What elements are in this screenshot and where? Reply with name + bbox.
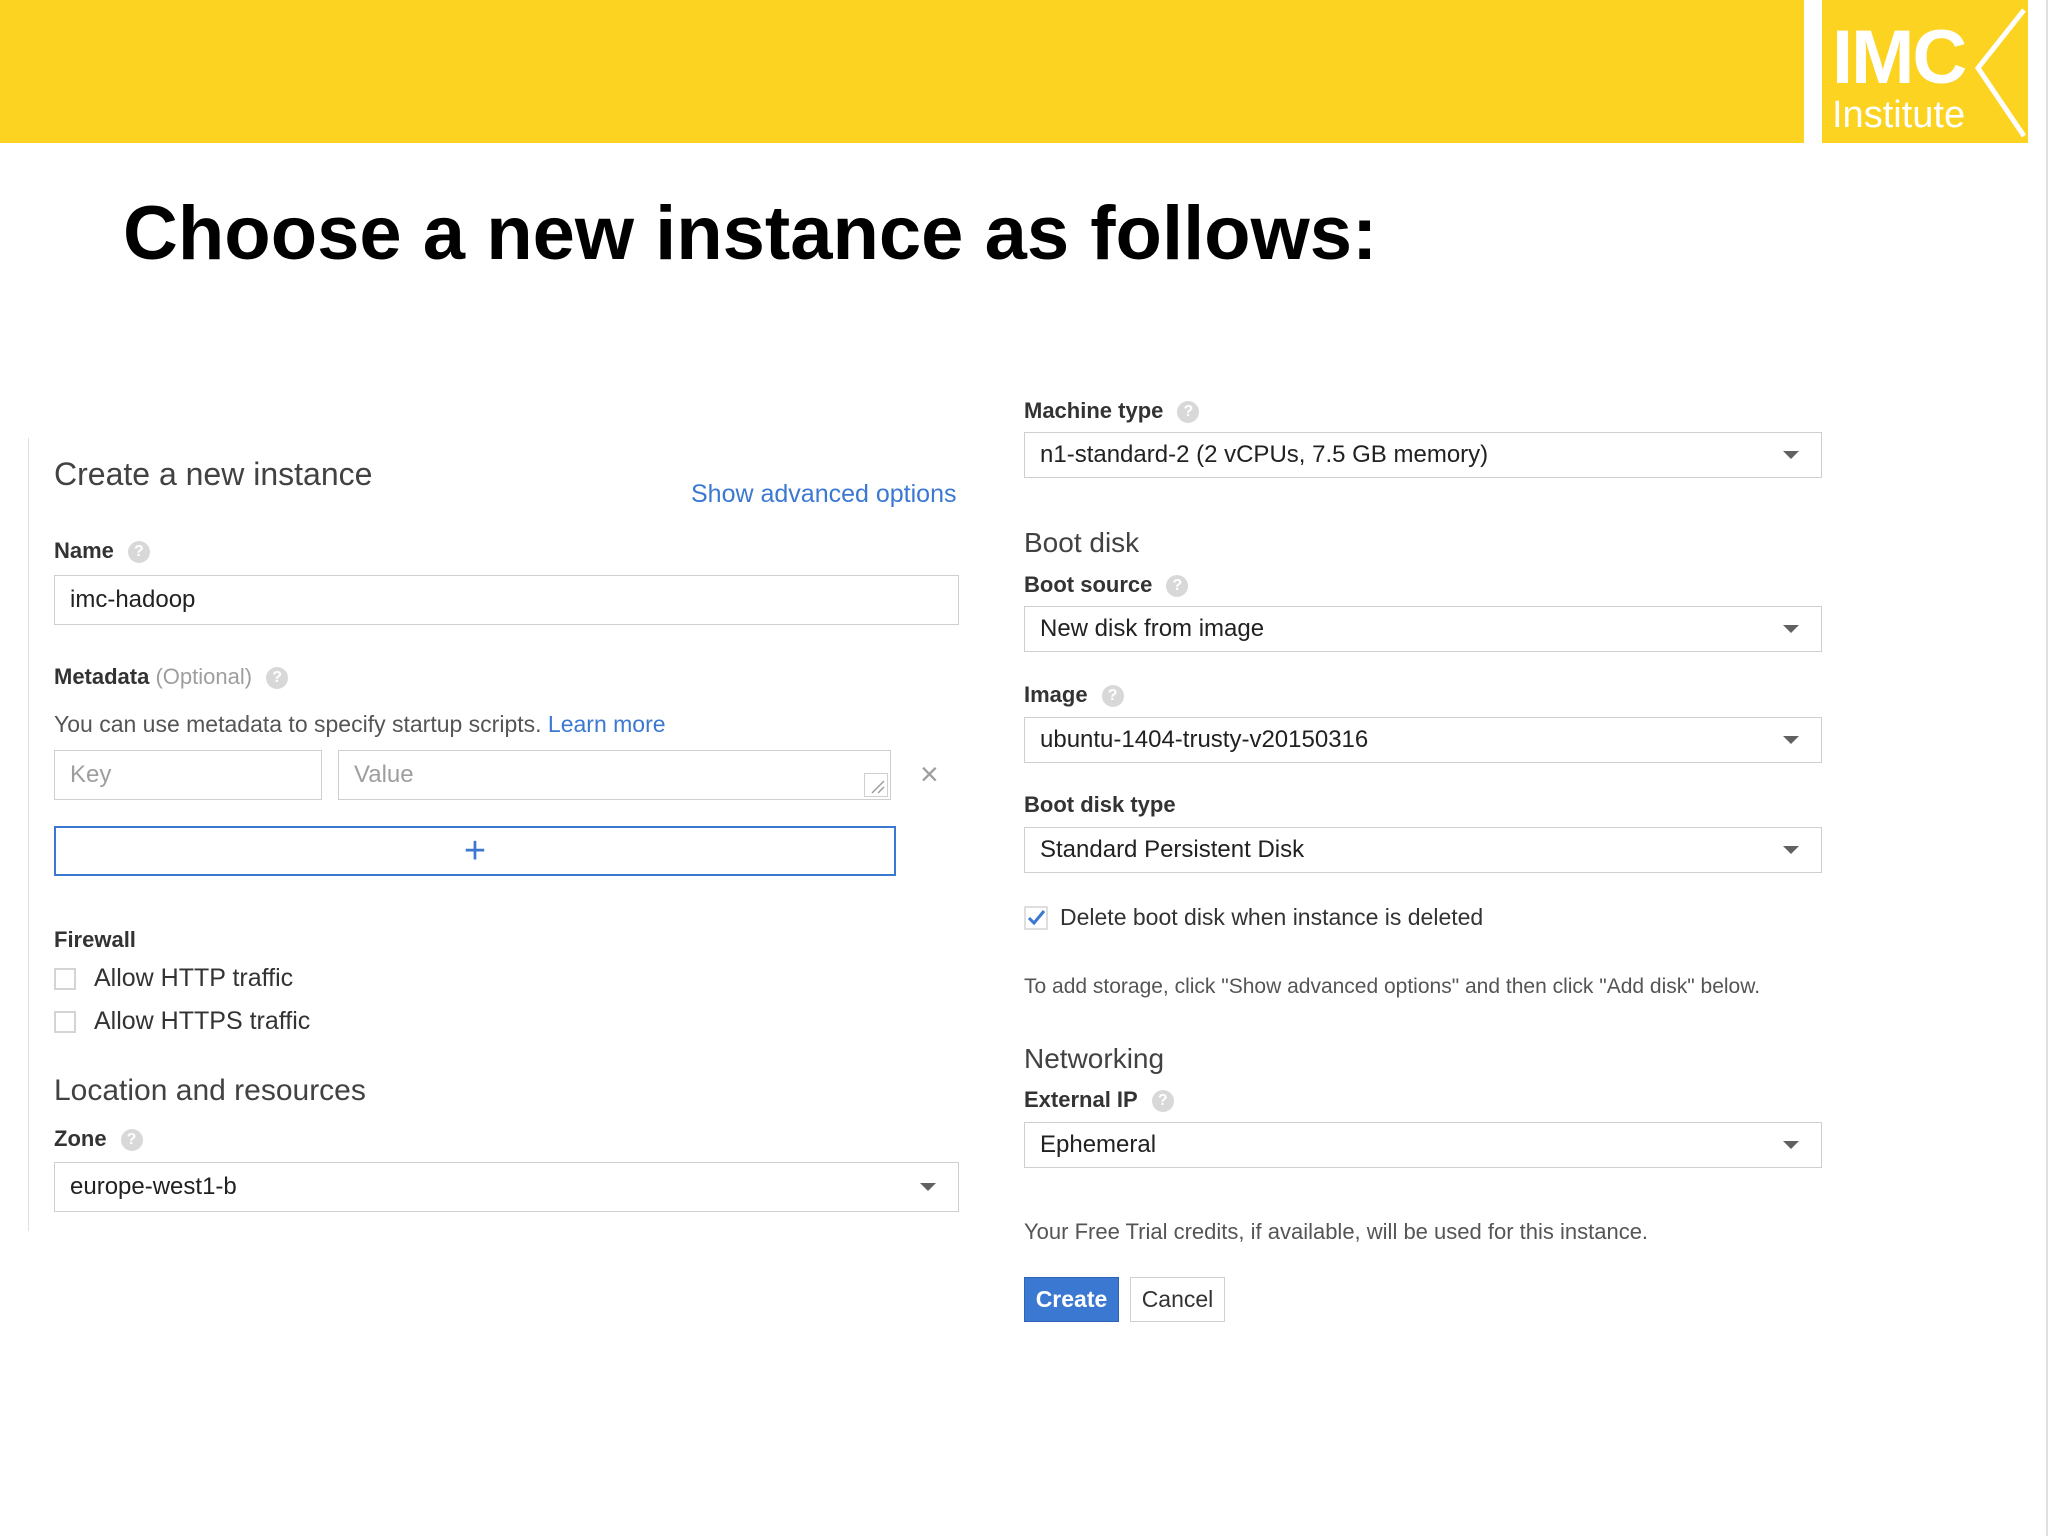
boot-disk-type-label: Boot disk type [1024, 792, 1176, 817]
boot-source-label-text: Boot source [1024, 572, 1153, 597]
zone-label: Zone? [54, 1126, 143, 1152]
metadata-optional-text: (Optional) [155, 664, 253, 689]
header-banner [0, 0, 1804, 143]
logo-text-imc: IMC [1832, 15, 1967, 100]
imc-institute-logo: IMC Institute [1804, 0, 2048, 143]
add-metadata-button[interactable]: + [54, 826, 896, 876]
chevron-down-icon [1783, 625, 1799, 633]
logo-badge: IMC Institute [1822, 0, 2028, 143]
metadata-help-icon[interactable]: ? [266, 667, 289, 690]
free-trial-note: Your Free Trial credits, if available, w… [1024, 1219, 1649, 1244]
metadata-label: Metadata (Optional)? [54, 664, 289, 690]
machine-type-help-icon[interactable]: ? [1177, 401, 1200, 424]
delete-boot-disk-label: Delete boot disk when instance is delete… [1060, 904, 1484, 930]
zone-select[interactable]: europe-west1-b [54, 1162, 959, 1212]
metadata-help-text: You can use metadata to specify startup … [54, 711, 666, 738]
allow-https-checkbox[interactable] [54, 1011, 76, 1033]
machine-type-value: n1-standard-2 (2 vCPUs, 7.5 GB memory) [1040, 441, 1489, 468]
name-label: Name? [54, 538, 150, 564]
boot-source-value: New disk from image [1040, 615, 1265, 642]
learn-more-link[interactable]: Learn more [548, 711, 666, 737]
allow-http-label: Allow HTTP traffic [94, 964, 294, 992]
external-ip-label: External IP? [1024, 1087, 1174, 1113]
logo-text-institute: Institute [1832, 94, 1966, 136]
networking-heading: Networking [1024, 1043, 1165, 1074]
image-label: Image? [1024, 682, 1124, 708]
chevron-down-icon [1783, 736, 1799, 744]
boot-disk-heading: Boot disk [1024, 527, 1140, 558]
name-input[interactable]: imc-hadoop [54, 575, 959, 625]
panel-divider [28, 438, 29, 1231]
storage-note: To add storage, click "Show advanced opt… [1024, 975, 1761, 998]
machine-type-label-text: Machine type [1024, 398, 1164, 423]
boot-disk-type-value: Standard Persistent Disk [1040, 836, 1305, 863]
boot-source-help-icon[interactable]: ? [1166, 575, 1189, 598]
boot-source-label: Boot source? [1024, 572, 1189, 598]
external-ip-select[interactable]: Ephemeral [1024, 1122, 1822, 1168]
image-help-icon[interactable]: ? [1101, 685, 1124, 708]
form-heading: Create a new instance [54, 456, 373, 492]
metadata-description: You can use metadata to specify startup … [54, 711, 542, 737]
firewall-label: Firewall [54, 927, 136, 952]
remove-metadata-icon[interactable]: × [920, 756, 939, 793]
delete-boot-disk-checkbox[interactable] [1024, 906, 1048, 930]
metadata-value-placeholder: Value [354, 761, 414, 788]
name-input-value: imc-hadoop [70, 586, 196, 613]
location-heading: Location and resources [54, 1074, 366, 1107]
allow-https-label: Allow HTTPS traffic [94, 1007, 311, 1035]
zone-select-value: europe-west1-b [70, 1173, 237, 1200]
metadata-label-text: Metadata [54, 664, 150, 689]
cancel-button[interactable]: Cancel [1130, 1277, 1225, 1322]
show-advanced-options-link[interactable]: Show advanced options [691, 480, 956, 509]
zone-label-text: Zone [54, 1126, 107, 1151]
boot-disk-type-select[interactable]: Standard Persistent Disk [1024, 827, 1822, 873]
chevron-down-icon [1783, 451, 1799, 459]
machine-type-select[interactable]: n1-standard-2 (2 vCPUs, 7.5 GB memory) [1024, 432, 1822, 478]
zone-help-icon[interactable]: ? [120, 1129, 143, 1152]
logo-chevron-icon [1974, 8, 2027, 138]
external-ip-help-icon[interactable]: ? [1151, 1090, 1174, 1113]
image-select[interactable]: ubuntu-1404-trusty-v20150316 [1024, 717, 1822, 763]
image-value: ubuntu-1404-trusty-v20150316 [1040, 726, 1369, 753]
create-button[interactable]: Create [1024, 1277, 1119, 1322]
metadata-value-input[interactable]: Value [338, 750, 891, 800]
chevron-down-icon [1783, 1141, 1799, 1149]
name-label-text: Name [54, 538, 114, 563]
external-ip-label-text: External IP [1024, 1087, 1138, 1112]
external-ip-value: Ephemeral [1040, 1131, 1157, 1158]
machine-type-label: Machine type? [1024, 398, 1200, 424]
allow-http-checkbox[interactable] [54, 968, 76, 990]
page-title: Choose a new instance as follows: [123, 191, 1378, 276]
resize-handle-icon[interactable] [864, 773, 888, 797]
image-label-text: Image [1024, 682, 1088, 707]
name-help-icon[interactable]: ? [127, 541, 150, 564]
metadata-key-placeholder: Key [70, 761, 112, 788]
boot-source-select[interactable]: New disk from image [1024, 606, 1822, 652]
metadata-key-input[interactable]: Key [54, 750, 322, 800]
chevron-down-icon [920, 1183, 936, 1191]
chevron-down-icon [1783, 846, 1799, 854]
